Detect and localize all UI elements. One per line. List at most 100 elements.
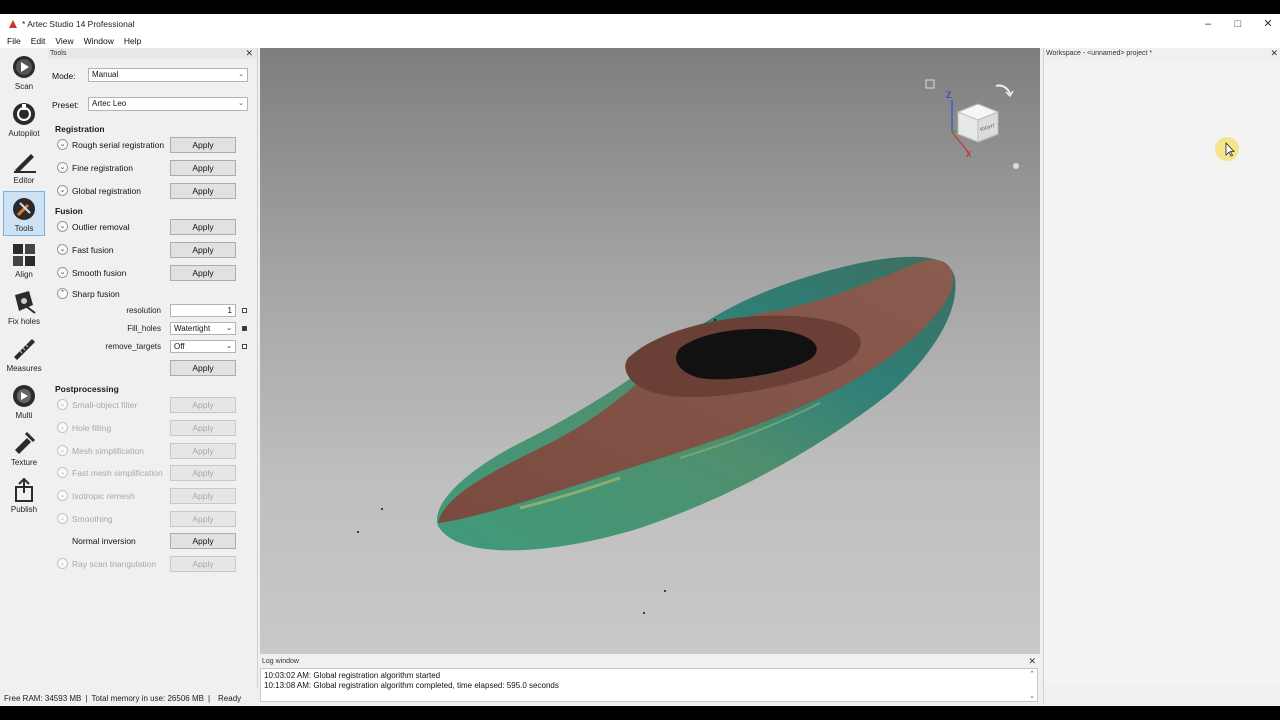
toolbar-editor[interactable]: Editor (3, 144, 45, 189)
view-cube[interactable]: Z X RIGHT (920, 76, 1030, 176)
mode-label: Mode: (52, 71, 76, 81)
apply-button[interactable]: Apply (170, 533, 236, 549)
expand-icon: ⌄ (57, 490, 68, 501)
app-window: * Artec Studio 14 Professional – □ ✕ Fil… (0, 14, 1280, 706)
tools-panel-title: Tools (50, 50, 67, 57)
3d-viewport[interactable]: Z X RIGHT (260, 48, 1040, 654)
status-divider: | (207, 693, 211, 703)
apply-button: Apply (170, 511, 236, 527)
tool-name: Fast mesh simplification (72, 468, 163, 478)
workspace-body[interactable] (1044, 60, 1280, 686)
param-fill-holes-label: Fill_holes (127, 324, 161, 333)
toolbar-autopilot[interactable]: Autopilot (3, 97, 45, 142)
toolbar-texture[interactable]: Texture (3, 426, 45, 471)
collapse-icon[interactable]: ⌃ (57, 288, 68, 299)
expand-icon[interactable]: ⌄ (57, 139, 68, 150)
log-window-header: Log window ✕ (260, 656, 1040, 667)
tool-smoothing: ⌄ Smoothing Apply (48, 510, 258, 528)
expand-icon[interactable]: ⌄ (57, 185, 68, 196)
mouse-cursor-icon (1215, 137, 1239, 161)
apply-button[interactable]: Apply (170, 265, 236, 281)
workspace-close-icon[interactable]: ✕ (1270, 48, 1278, 59)
menu-view[interactable]: View (55, 36, 73, 46)
expand-icon: ⌄ (57, 513, 68, 524)
preset-select[interactable]: Artec Leo ⌄ (88, 97, 248, 111)
apply-button[interactable]: Apply (170, 160, 236, 176)
tools-panel-close-icon[interactable]: ✕ (245, 48, 253, 59)
status-free-ram: Free RAM: 34593 MB (4, 693, 82, 703)
toolbar-align[interactable]: Align (3, 238, 45, 283)
apply-button: Apply (170, 465, 236, 481)
toolbar-label: Publish (10, 505, 38, 514)
toolbar-scan[interactable]: Scan (3, 50, 45, 95)
preset-label: Preset: (52, 100, 79, 110)
apply-button[interactable]: Apply (170, 137, 236, 153)
left-toolbar: Scan Autopilot Editor Tools Align Fix ho… (0, 48, 48, 688)
apply-button[interactable]: Apply (170, 219, 236, 235)
tool-name: Small-object filter (72, 400, 138, 410)
menu-file[interactable]: File (7, 36, 21, 46)
maximize-button[interactable]: □ (1223, 14, 1253, 33)
multi-icon (13, 385, 35, 407)
apply-button[interactable]: Apply (170, 360, 236, 376)
tool-global-registration: ⌄ Global registration Apply (48, 182, 258, 200)
fill-holes-select[interactable]: Watertight ⌄ (170, 322, 236, 335)
axis-z-label: Z (946, 90, 952, 100)
chevron-down-icon: ⌄ (238, 71, 244, 78)
editor-icon (14, 154, 36, 173)
expand-icon[interactable]: ⌄ (57, 162, 68, 173)
param-toggle[interactable] (242, 344, 247, 349)
expand-icon: ⌄ (57, 467, 68, 478)
toolbar-label: Texture (10, 458, 38, 467)
toolbar-publish[interactable]: Publish (3, 473, 45, 518)
section-postprocessing: Postprocessing (55, 384, 119, 394)
param-remove-targets-label: remove_targets (105, 342, 161, 351)
tool-small-object-filter: ⌄ Small-object filter Apply (48, 396, 258, 414)
tool-name: Rough serial registration (72, 140, 165, 150)
autopilot-icon (13, 103, 35, 125)
scroll-up-icon[interactable]: ⌃ (1029, 670, 1035, 678)
param-toggle[interactable] (242, 308, 247, 313)
param-resolution-label: resolution (126, 306, 161, 315)
artec-logo-icon (9, 19, 17, 28)
chevron-down-icon: ⌄ (226, 325, 232, 332)
toolbar-multi[interactable]: Multi (3, 379, 45, 424)
publish-icon (15, 477, 33, 502)
apply-button[interactable]: Apply (170, 183, 236, 199)
tool-name: Fine registration (72, 163, 133, 173)
tool-rough-serial-registration: ⌄ Rough serial registration Apply (48, 136, 258, 154)
expand-icon: ⌄ (57, 422, 68, 433)
toolbar-label: Multi (15, 411, 33, 420)
chevron-down-icon: ⌄ (226, 343, 232, 350)
toolbar-measures[interactable]: Measures (3, 332, 45, 377)
param-toggle[interactable] (242, 326, 247, 331)
resolution-input[interactable]: 1 (170, 304, 236, 317)
toolbar-tools[interactable]: Tools (3, 191, 45, 236)
status-bar: Free RAM: 34593 MB | Total memory in use… (0, 690, 1043, 706)
expand-icon[interactable]: ⌄ (57, 267, 68, 278)
chevron-down-icon: ⌄ (238, 100, 244, 107)
close-button[interactable]: ✕ (1253, 14, 1280, 33)
toolbar-label: Fix holes (7, 317, 40, 326)
tool-fast-fusion: ⌄ Fast fusion Apply (48, 241, 258, 259)
tools-panel-header: Tools ✕ (48, 48, 257, 59)
expand-icon[interactable]: ⌄ (57, 244, 68, 255)
status-divider: | (85, 693, 88, 703)
apply-button[interactable]: Apply (170, 242, 236, 258)
remove-targets-select[interactable]: Off ⌄ (170, 340, 236, 353)
toolbar-fix-holes[interactable]: Fix holes (3, 285, 45, 330)
menu-window[interactable]: Window (84, 36, 114, 46)
menu-help[interactable]: Help (124, 36, 141, 46)
toolbar-label: Scan (14, 82, 34, 91)
expand-icon[interactable]: ⌄ (57, 221, 68, 232)
tool-ray-scan-triangulation: ⌄ Ray scan triangulation Apply (48, 555, 258, 573)
mode-select[interactable]: Manual ⌄ (88, 68, 248, 82)
menu-bar: File Edit View Window Help (0, 33, 1280, 48)
tool-smooth-fusion: ⌄ Smooth fusion Apply (48, 264, 258, 282)
workspace-header: Workspace - <unnamed> project * ✕ (1044, 48, 1280, 59)
log-window-close-icon[interactable]: ✕ (1028, 656, 1036, 667)
status-total-memory: Total memory in use: 26506 MB (91, 693, 204, 703)
apply-button: Apply (170, 556, 236, 572)
minimize-button[interactable]: – (1193, 14, 1223, 33)
menu-edit[interactable]: Edit (31, 36, 46, 46)
